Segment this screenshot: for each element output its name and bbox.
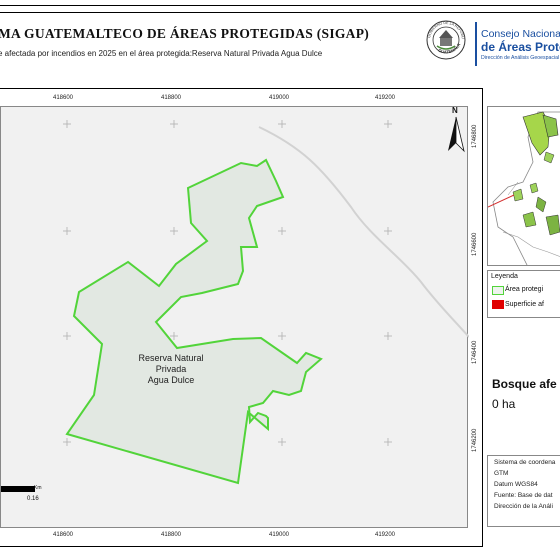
metadata-line2: GTM [494, 470, 509, 477]
scale-unit: Km [34, 485, 42, 491]
protected-area-polygon[interactable] [65, 158, 323, 485]
x-tick-bottom-4: 419200 [375, 532, 396, 538]
metadata-line3: Datum WGS84 [494, 481, 538, 488]
logo-divider [475, 22, 477, 66]
conap-name-line3: Dirección de Análisis Geoespacial [481, 55, 560, 61]
x-tick-top-3: 419000 [269, 95, 290, 101]
scale-value: 0.16 [27, 496, 39, 502]
scale-bar [1, 486, 35, 492]
metadata-line5: Dirección de la Análi [494, 503, 553, 510]
forest-affected-value: 0 ha [492, 397, 516, 411]
x-tick-top-2: 418800 [161, 95, 182, 101]
x-tick-top-4: 419200 [375, 95, 396, 101]
x-tick-bottom-3: 419000 [269, 532, 290, 538]
top-border-inner [0, 12, 560, 13]
area-label-line3: Agua Dulce [147, 375, 195, 385]
page-title: MA GUATEMALTECO DE ÁREAS PROTEGIDAS (SIG… [0, 26, 370, 41]
legend-box: Leyenda Área protegi Superficie af [487, 270, 560, 318]
y-tick-4: 1746200 [472, 428, 478, 452]
map-area[interactable]: Reserva Natural Privada Agua Dulce N Km … [0, 106, 469, 528]
y-tick-2: 1746600 [472, 232, 478, 256]
conap-name-line2: de Áreas Protegi [481, 40, 560, 54]
north-arrow: N [445, 106, 467, 155]
y-tick-3: 1746400 [472, 340, 478, 364]
metadata-line1: Sistema de coordena [494, 459, 556, 466]
legend-title: Leyenda [491, 273, 518, 280]
forest-affected-title: Bosque afe [492, 377, 557, 391]
legend-label-protected: Área protegi [505, 286, 544, 293]
inset-map[interactable] [487, 106, 560, 266]
top-border [0, 5, 560, 6]
legend-label-affected: Superficie af [505, 301, 544, 308]
area-label-line1: Reserva Natural [138, 353, 204, 363]
guatemala-seal-logo: GOBIERNO DE LA REPÚBLICA GUATEMALA [421, 13, 470, 70]
metadata-block: Sistema de coordena GTM Datum WGS84 Fuen… [487, 455, 560, 527]
y-tick-1: 1746800 [472, 124, 478, 148]
area-label: Reserva Natural Privada Agua Dulce [133, 353, 209, 386]
metadata-line4: Fuente: Base de dat [494, 492, 553, 499]
north-label: N [452, 106, 458, 115]
x-tick-top-1: 418600 [53, 95, 74, 101]
area-label-line2: Privada [155, 364, 187, 374]
x-tick-bottom-2: 418800 [161, 532, 182, 538]
conap-name-line1: Consejo Nacional [481, 28, 560, 40]
legend-swatch-affected [492, 300, 504, 309]
page-subtitle: e afectada por incendios en 2025 en el á… [0, 49, 323, 58]
x-tick-bottom-1: 418600 [53, 532, 74, 538]
legend-swatch-protected [492, 286, 504, 295]
